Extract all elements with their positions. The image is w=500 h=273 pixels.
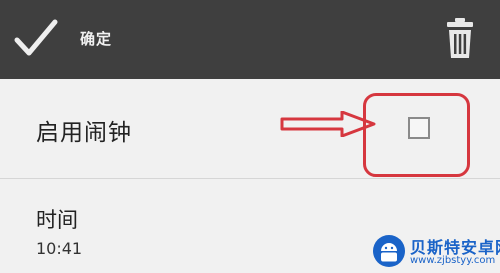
android-logo-icon: [373, 235, 405, 267]
annotation-highlight-box: [363, 93, 470, 177]
enable-alarm-label: 启用闹钟: [36, 120, 132, 146]
time-value: 10:41: [36, 239, 83, 258]
delete-button[interactable]: [440, 10, 480, 66]
trash-icon: [447, 18, 473, 58]
annotation-arrow-icon: [280, 111, 376, 137]
watermark: 贝斯特安卓网 www.zjbstyy.com: [370, 230, 500, 273]
time-label: 时间: [36, 208, 78, 232]
confirm-button[interactable]: 确定: [0, 0, 160, 79]
confirm-label: 确定: [80, 30, 113, 48]
divider: [0, 178, 500, 179]
watermark-url: www.zjbstyy.com: [410, 255, 496, 266]
action-bar: 确定: [0, 0, 500, 79]
checkmark-icon: [14, 19, 58, 56]
